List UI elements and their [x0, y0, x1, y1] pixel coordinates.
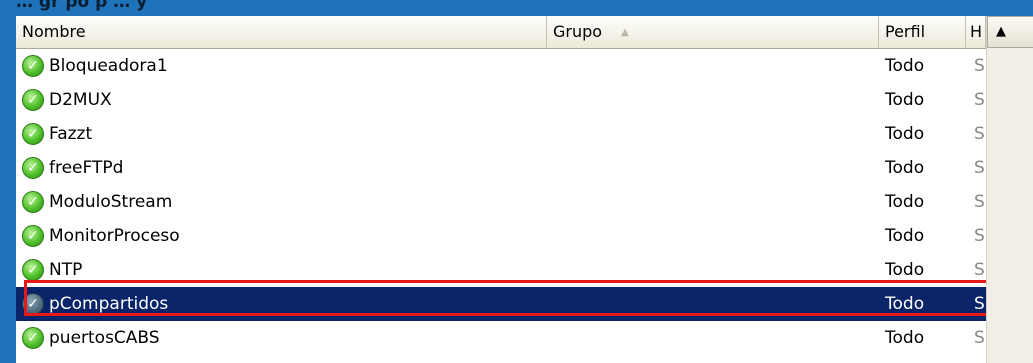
- list-header: Nombre Grupo ▲ Perfil H: [16, 16, 1033, 49]
- rule-name: NTP: [49, 260, 83, 280]
- rule-name: MonitorProceso: [49, 226, 180, 246]
- rule-extra: S: [974, 328, 985, 348]
- rule-rows: ✓ Bloqueadora1 Todo S ✓ D2MUX Todo S ✓ F…: [16, 49, 986, 355]
- rule-extra: S: [974, 294, 985, 314]
- check-enabled-icon: ✓: [22, 191, 44, 213]
- arrow-up-icon[interactable]: ▲: [987, 16, 1033, 48]
- check-enabled-icon: ✓: [22, 259, 44, 281]
- top-caption-strip: … gr po p … y: [0, 0, 1033, 16]
- vertical-scrollbar[interactable]: ▲: [986, 16, 1033, 363]
- list-item[interactable]: ✓ D2MUX Todo S: [16, 83, 986, 117]
- column-header-extra-label: H: [970, 22, 983, 41]
- rule-extra: S: [974, 192, 985, 212]
- rule-extra: S: [974, 260, 985, 280]
- check-enabled-icon: ✓: [22, 89, 44, 111]
- list-item[interactable]: ✓ Fazzt Todo S: [16, 117, 986, 151]
- firewall-rules-list: Nombre Grupo ▲ Perfil H ✓ Bloqueadora1 T…: [16, 16, 1033, 363]
- check-enabled-icon: ✓: [22, 225, 44, 247]
- rule-profile: Todo: [885, 260, 925, 280]
- list-item[interactable]: ✓ ModuloStream Todo S: [16, 185, 986, 219]
- rule-extra: S: [974, 226, 985, 246]
- rule-profile: Todo: [885, 158, 925, 178]
- check-enabled-icon: ✓: [22, 327, 44, 349]
- check-enabled-icon: ✓: [22, 157, 44, 179]
- column-header-profile-label: Perfil: [885, 22, 926, 41]
- list-item[interactable]: ✓ freeFTPd Todo S: [16, 151, 986, 185]
- column-header-name[interactable]: Nombre: [16, 16, 547, 48]
- sort-ascending-icon: ▲: [621, 26, 629, 38]
- rule-name: Fazzt: [49, 124, 93, 144]
- rule-profile: Todo: [885, 90, 925, 110]
- column-header-name-label: Nombre: [22, 22, 86, 41]
- list-item[interactable]: ✓ puertosCABS Todo S: [16, 321, 986, 355]
- rule-name: ModuloStream: [49, 192, 173, 212]
- rule-name: Bloqueadora1: [49, 56, 168, 76]
- rule-extra: S: [974, 56, 985, 76]
- rule-name: pCompartidos: [49, 294, 169, 314]
- check-enabled-icon: ✓: [22, 293, 44, 315]
- list-item[interactable]: ✓ MonitorProceso Todo S: [16, 219, 986, 253]
- check-enabled-icon: ✓: [22, 123, 44, 145]
- column-header-profile[interactable]: Perfil: [879, 16, 966, 48]
- caption-text: … gr po p … y: [16, 0, 148, 12]
- rule-name: puertosCABS: [49, 328, 160, 348]
- list-item-selected[interactable]: ✓ pCompartidos Todo S: [16, 287, 986, 321]
- rule-profile: Todo: [885, 294, 925, 314]
- rule-extra: S: [974, 158, 985, 178]
- check-enabled-icon: ✓: [22, 55, 44, 77]
- column-header-group[interactable]: Grupo ▲: [547, 16, 879, 48]
- column-header-group-label: Grupo: [553, 22, 603, 41]
- rule-profile: Todo: [885, 328, 925, 348]
- rule-profile: Todo: [885, 192, 925, 212]
- rule-name: freeFTPd: [49, 158, 124, 178]
- rule-profile: Todo: [885, 226, 925, 246]
- rule-name: D2MUX: [49, 90, 112, 110]
- rule-extra: S: [974, 124, 985, 144]
- rule-profile: Todo: [885, 124, 925, 144]
- list-item[interactable]: ✓ NTP Todo S: [16, 253, 986, 287]
- rule-profile: Todo: [885, 56, 925, 76]
- column-header-extra[interactable]: H: [966, 16, 986, 48]
- list-item[interactable]: ✓ Bloqueadora1 Todo S: [16, 49, 986, 83]
- rule-extra: S: [974, 90, 985, 110]
